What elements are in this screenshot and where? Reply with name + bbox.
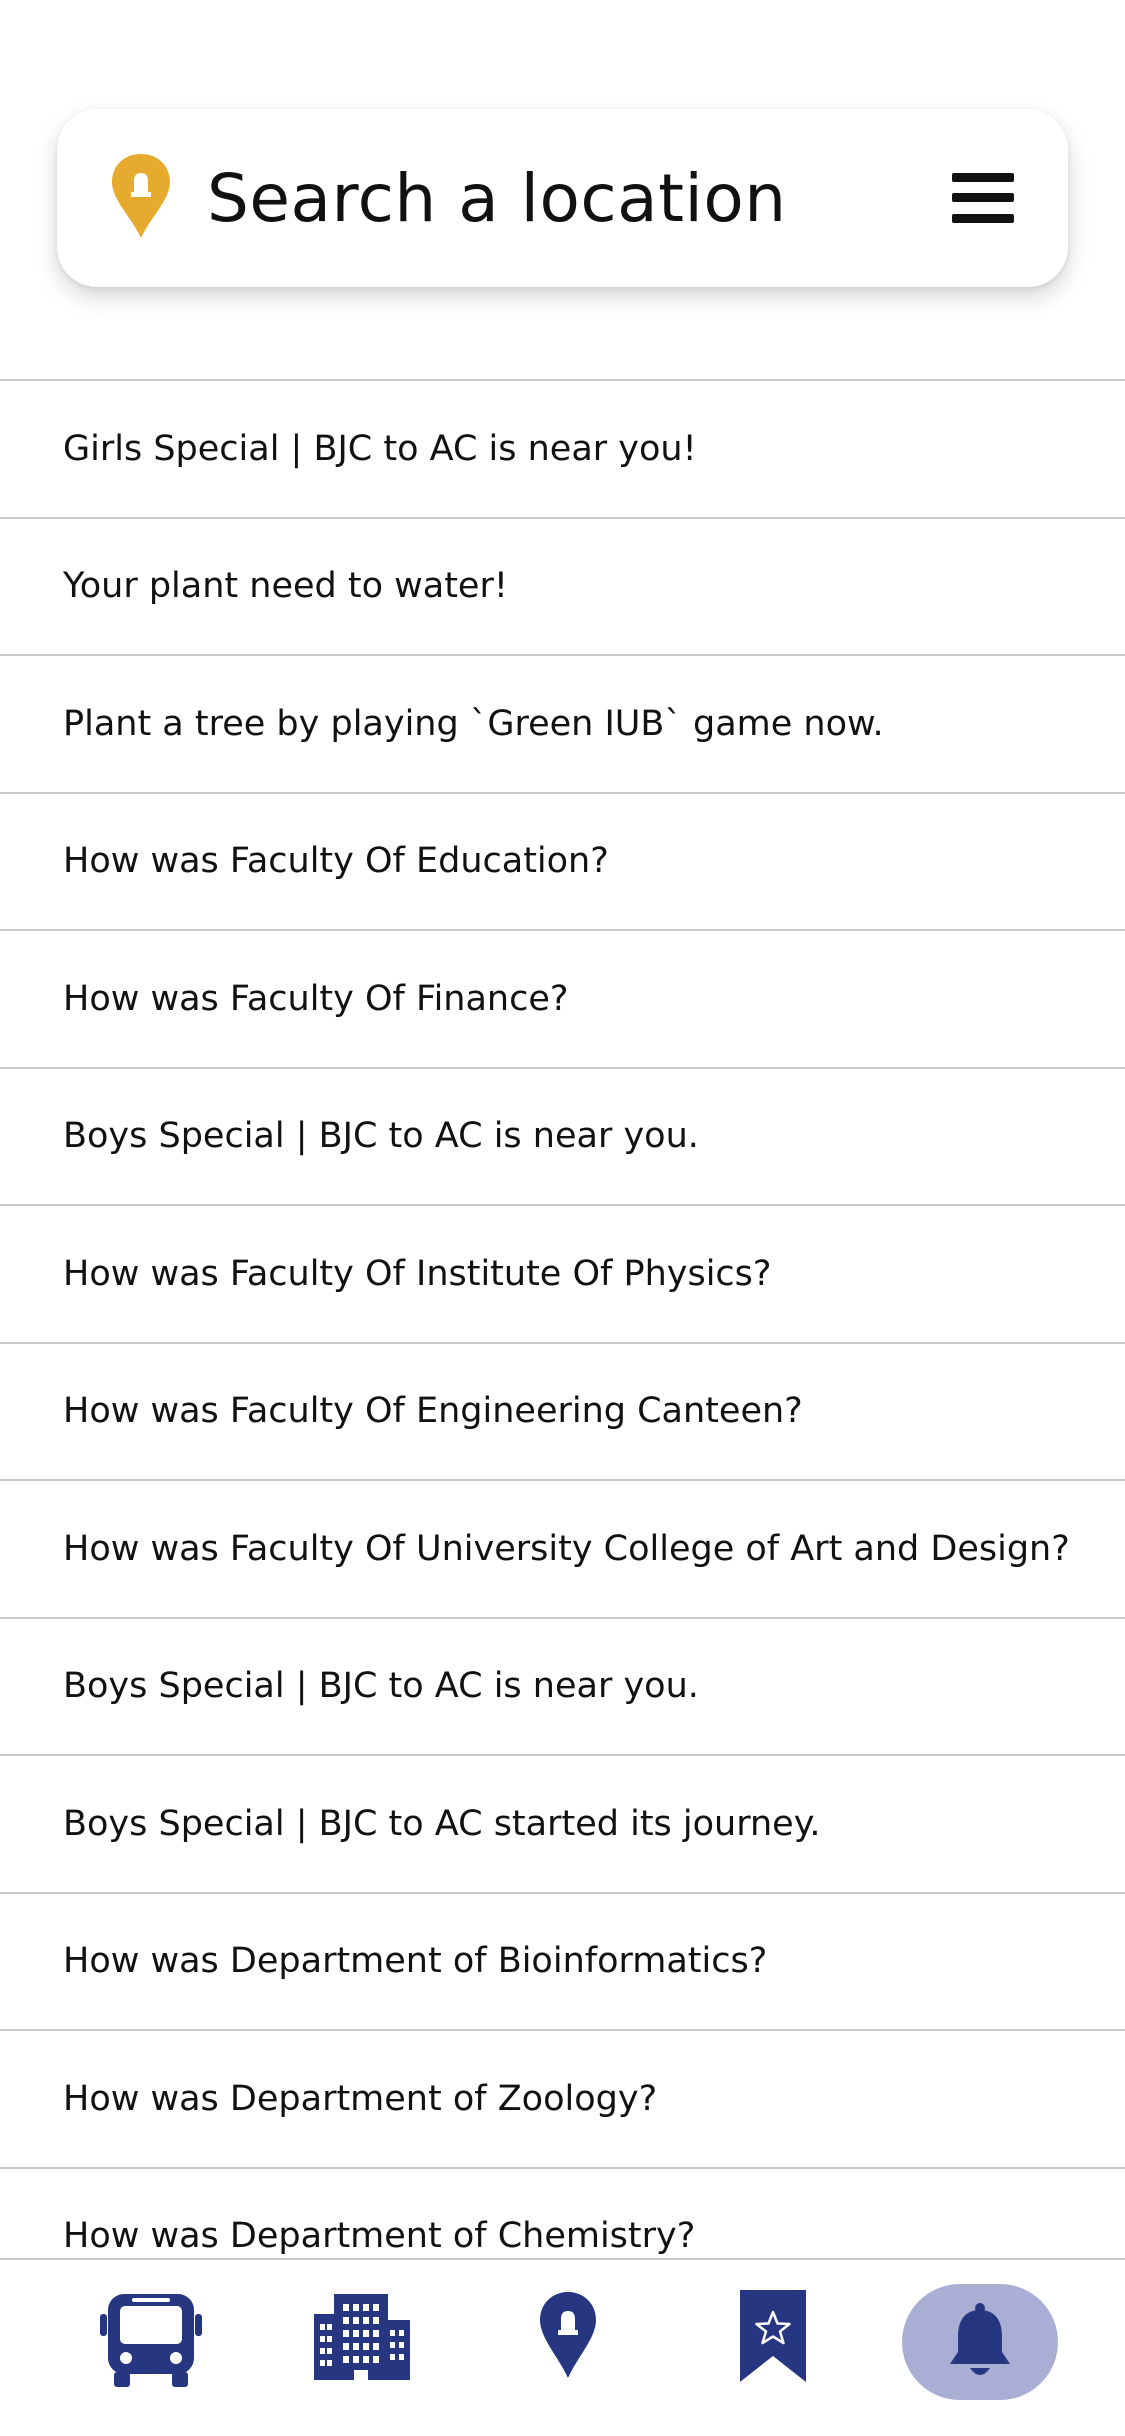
list-item[interactable]: How was Faculty Of University College of…: [0, 1481, 1125, 1619]
list-item[interactable]: Girls Special | BJC to AC is near you!: [0, 381, 1125, 519]
nav-bus-button[interactable]: [70, 2284, 226, 2400]
nav-bookmarks-button[interactable]: [695, 2284, 851, 2400]
building-icon: [314, 2294, 410, 2380]
list-item[interactable]: How was Faculty Of Engineering Canteen?: [0, 1344, 1125, 1481]
list-item[interactable]: Boys Special | BJC to AC is near you.: [0, 1619, 1125, 1756]
list-item[interactable]: Boys Special | BJC to AC started its jou…: [0, 1756, 1125, 1894]
location-pin-icon: [540, 2292, 596, 2378]
list-item[interactable]: Boys Special | BJC to AC is near you.: [0, 1069, 1125, 1206]
list-item[interactable]: Your plant need to water!: [0, 519, 1125, 656]
list-item[interactable]: How was Faculty Of Finance?: [0, 931, 1125, 1069]
list-item[interactable]: Plant a tree by playing `Green IUB` game…: [0, 656, 1125, 794]
list-item[interactable]: How was Faculty Of Institute Of Physics?: [0, 1206, 1125, 1344]
nav-notifications-button[interactable]: [902, 2284, 1058, 2400]
hamburger-menu-icon[interactable]: [952, 173, 1014, 223]
nav-buildings-button[interactable]: [282, 2284, 438, 2400]
list-item[interactable]: How was Department of Zoology?: [0, 2031, 1125, 2169]
bell-icon: [950, 2303, 1010, 2375]
bottom-navigation: [0, 2258, 1125, 2436]
nav-map-button[interactable]: [490, 2284, 646, 2400]
notification-list[interactable]: Girls Special | BJC to AC is near you! Y…: [0, 379, 1125, 2259]
bookmark-star-icon: [740, 2290, 806, 2382]
bus-icon: [100, 2294, 202, 2387]
location-pin-icon: [112, 154, 170, 238]
search-input[interactable]: Search a location: [207, 109, 787, 287]
list-item[interactable]: How was Department of Chemistry?: [0, 2169, 1125, 2260]
list-item[interactable]: How was Faculty Of Education?: [0, 794, 1125, 931]
search-bar[interactable]: Search a location: [57, 109, 1068, 287]
list-item[interactable]: How was Department of Bioinformatics?: [0, 1894, 1125, 2031]
